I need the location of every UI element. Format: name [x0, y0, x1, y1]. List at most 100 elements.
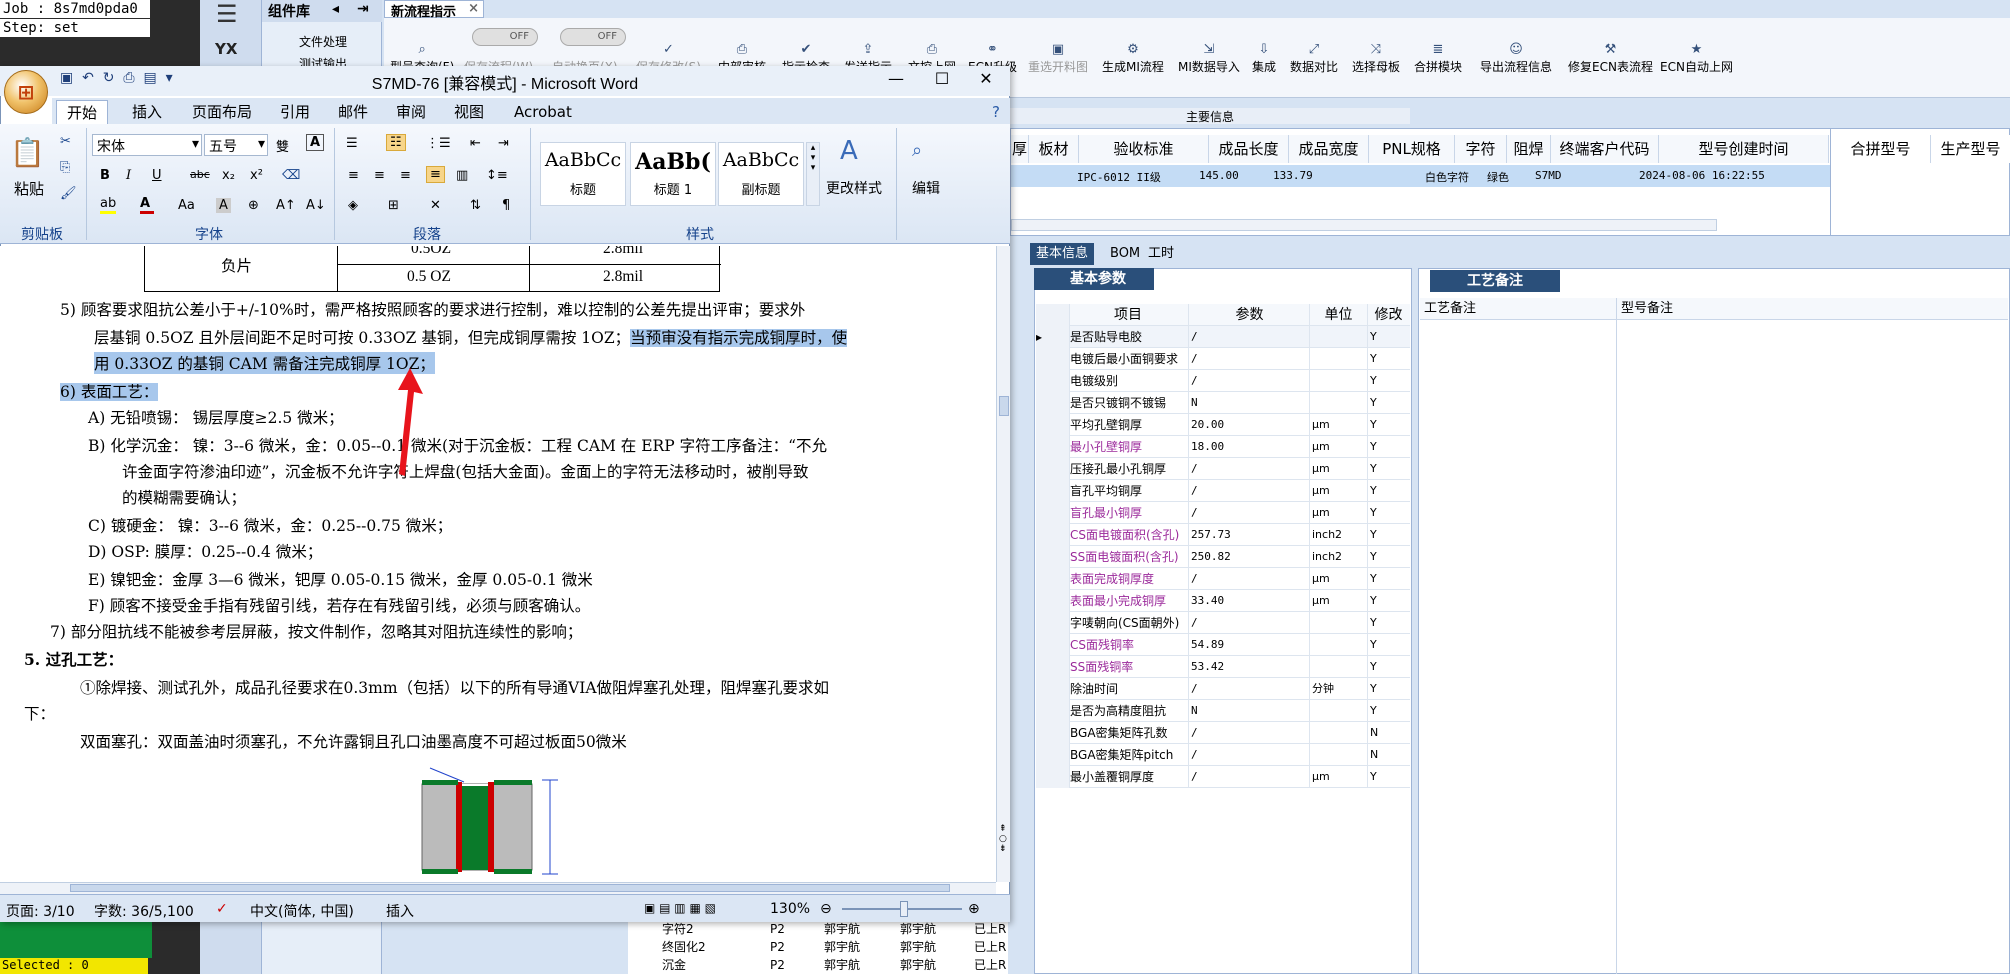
param-value[interactable]: 53.42	[1188, 656, 1308, 678]
tab-bom[interactable]: BOM	[1104, 243, 1146, 265]
tab-acrobat[interactable]: Acrobat	[504, 100, 582, 124]
align-right-icon[interactable]: ≡	[400, 168, 411, 183]
change-case-icon[interactable]: Aa	[178, 198, 195, 213]
redo-icon[interactable]: ↻	[103, 70, 115, 86]
param-row[interactable]: 最小孔壁铜厚 18.00 μm Y	[1036, 436, 1410, 458]
align-center-icon[interactable]: ≡	[374, 168, 385, 183]
param-row[interactable]: 最小盖覆铜厚度 / μm Y	[1036, 766, 1410, 788]
subscript-button[interactable]: x₂	[222, 168, 235, 183]
tab-basic-info[interactable]: 基本信息	[1030, 243, 1095, 265]
close-icon[interactable]: ×	[468, 1, 479, 16]
param-row[interactable]: 盲孔最小铜厚 / μm Y	[1036, 502, 1410, 524]
tab-hours[interactable]: 工时	[1142, 243, 1180, 265]
strikethrough-button[interactable]: abc	[190, 168, 210, 181]
increase-indent-icon[interactable]: ⇥	[498, 136, 509, 151]
merge-module-button[interactable]: ≣ 合拼模块	[1414, 42, 1462, 75]
distribute-icon[interactable]: ▥	[456, 168, 468, 183]
tab-mailings[interactable]: 邮件	[328, 100, 378, 124]
param-value[interactable]: 18.00	[1188, 436, 1308, 458]
close-button[interactable]: ✕	[964, 66, 1008, 92]
chevron-down-icon[interactable]: ▾	[166, 70, 173, 86]
param-value[interactable]: 250.82	[1188, 546, 1308, 568]
tab-home[interactable]: 开始	[56, 100, 109, 124]
param-row[interactable]: CS面电镀面积(含孔) 257.73 inch2 Y	[1036, 524, 1410, 546]
param-value[interactable]: N	[1188, 700, 1308, 722]
param-row[interactable]: SS面残铜率 53.42 Y	[1036, 656, 1410, 678]
param-row[interactable]: 除油时间 / 分钟 Y	[1036, 678, 1410, 700]
style-heading1[interactable]: AaBb( 标题 1	[630, 142, 716, 206]
bullets-icon[interactable]: ☰	[346, 136, 358, 151]
insert-mode[interactable]: 插入	[386, 901, 414, 921]
style-title[interactable]: AaBbCc 标题	[540, 142, 626, 206]
tab-new-process[interactable]: 新流程指示 ×	[384, 0, 484, 20]
hamburger-menu-icon[interactable]: ☰	[216, 0, 246, 28]
zoom-in-icon[interactable]: ⊕	[968, 901, 980, 917]
style-subtitle[interactable]: AaBbCc 副标题	[718, 142, 804, 206]
param-row[interactable]: ▸ 是否贴导电胶 / Y	[1036, 326, 1410, 348]
paste-button[interactable]: 粘贴	[14, 178, 44, 199]
repair-ecn-button[interactable]: ⚒ 修复ECN表流程	[1568, 42, 1653, 75]
enclose-char-icon[interactable]: ⊕	[248, 198, 259, 213]
tab-insert[interactable]: 插入	[122, 100, 172, 124]
select-motherboard-button[interactable]: ⤨ 选择母板	[1352, 42, 1400, 75]
italic-button[interactable]: I	[126, 168, 131, 183]
justify-icon[interactable]: ≡	[426, 166, 445, 183]
scroll-thumb[interactable]	[70, 884, 950, 892]
param-value[interactable]: N	[1188, 392, 1308, 414]
param-row[interactable]: SS面电镀面积(含孔) 250.82 inch2 Y	[1036, 546, 1410, 568]
chinese-layout-icon[interactable]: ✕	[430, 198, 441, 213]
sort-icon[interactable]: ⇅	[470, 198, 481, 213]
superscript-button[interactable]: x²	[250, 168, 263, 183]
tree-row[interactable]: 字符2 P2 郭宇航 郭宇航 已上R	[628, 920, 1008, 938]
clear-format-icon[interactable]: ⌫	[282, 168, 300, 183]
font-name-select[interactable]: 宋体 ▾	[92, 134, 202, 156]
ecn-auto-online-button[interactable]: ★ ECN自动上网	[1660, 42, 1733, 75]
param-value[interactable]: /	[1188, 370, 1308, 392]
grow-font-icon[interactable]: A↑	[276, 198, 296, 213]
styles-scroll[interactable]: ▴ ▾ ▾	[806, 142, 820, 206]
undo-icon[interactable]: ↶	[82, 70, 94, 86]
prev-arrow-icon[interactable]: ◂	[332, 1, 339, 17]
save-icon[interactable]: ▣	[60, 70, 73, 86]
show-marks-icon[interactable]: ¶	[502, 198, 510, 213]
param-row[interactable]: 字唛朝向(CS面朝外) / Y	[1036, 612, 1410, 634]
page-count[interactable]: 页面: 3/10	[6, 901, 75, 921]
word-count[interactable]: 字数: 36/5,100	[94, 901, 194, 921]
param-row[interactable]: BGA密集矩阵孔数 / N	[1036, 722, 1410, 744]
comp-item-file[interactable]: 文件处理	[265, 32, 375, 52]
param-row[interactable]: 是否只镀铜不镀锡 N Y	[1036, 392, 1410, 414]
page-nav-icon[interactable]: ⇞ ○ ⇟	[999, 824, 1007, 854]
decrease-indent-icon[interactable]: ⇤	[470, 136, 481, 151]
line-spacing-icon[interactable]: ↕≡	[486, 168, 508, 183]
tree-row[interactable]: 终固化2 P2 郭宇航 郭宇航 已上R	[628, 938, 1008, 956]
param-value[interactable]: /	[1188, 502, 1308, 524]
language[interactable]: 中文(简体, 中国)	[250, 901, 354, 921]
param-value[interactable]: /	[1188, 348, 1308, 370]
param-value[interactable]: 54.89	[1188, 634, 1308, 656]
pin-icon[interactable]: ⇥	[357, 1, 369, 17]
font-color-icon[interactable]: A	[140, 196, 154, 214]
param-value[interactable]: /	[1188, 458, 1308, 480]
view-buttons[interactable]: ▣ ▤ ▥ ▦ ▧	[644, 901, 716, 915]
proofing-icon[interactable]: ✓	[216, 901, 228, 917]
param-row[interactable]: BGA密集矩阵pitch / N	[1036, 744, 1410, 766]
cut-icon[interactable]: ✂	[60, 134, 71, 149]
wen-icon[interactable]: 雙	[276, 136, 289, 155]
tab-references[interactable]: 引用	[270, 100, 320, 124]
param-row[interactable]: 电镀后最小面铜要求 / Y	[1036, 348, 1410, 370]
param-row[interactable]: 盲孔平均铜厚 / μm Y	[1036, 480, 1410, 502]
edit-button[interactable]: 编辑	[912, 178, 940, 198]
param-row[interactable]: 表面完成铜厚度 / μm Y	[1036, 568, 1410, 590]
param-value[interactable]: /	[1188, 678, 1308, 700]
office-button[interactable]: ⊞	[4, 70, 48, 114]
zoom-slider-thumb[interactable]	[900, 901, 908, 917]
print-icon[interactable]: ⎙	[123, 70, 134, 86]
tab-view[interactable]: 视图	[444, 100, 494, 124]
change-styles-button[interactable]: 更改样式	[826, 178, 882, 198]
maximize-button[interactable]: ☐	[920, 66, 964, 92]
horizontal-scrollbar[interactable]	[0, 882, 996, 894]
param-value[interactable]: 257.73	[1188, 524, 1308, 546]
copy-icon[interactable]: ⎘	[60, 160, 70, 175]
underline-button[interactable]: U	[152, 168, 162, 183]
generate-mi-button[interactable]: ⚙ 生成MI流程	[1102, 42, 1164, 75]
